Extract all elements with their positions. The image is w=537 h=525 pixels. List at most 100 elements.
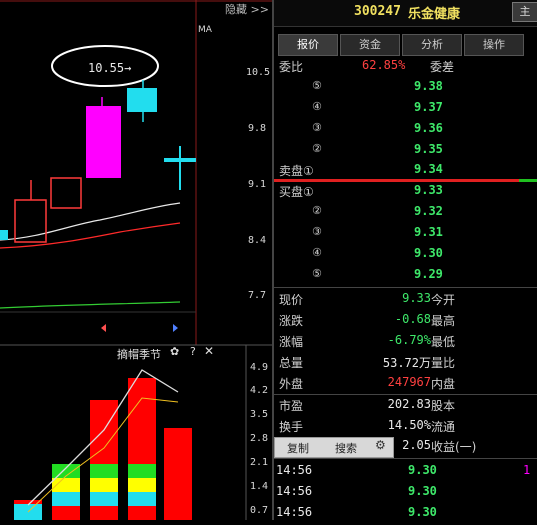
stat-right-label: 最低 [431,335,456,349]
stat-row: 涨幅 -6.79% 最低 [274,331,537,352]
trade-price: 9.30 [408,505,437,519]
bid-price: 9.33 [414,183,443,197]
bid-row[interactable]: ③ 9.31 [274,223,537,244]
stat-label: 现价 [279,293,304,307]
ask-row[interactable]: ⑤ 9.38 [274,77,537,98]
candle [86,106,121,178]
kline-chart: 10.55→ [0,0,272,520]
bid-row[interactable]: ② 9.32 [274,202,537,223]
bid-row[interactable]: ⑤ 9.29 [274,265,537,286]
ma-line-red [0,222,181,249]
y-tick: 4.9 [250,362,269,373]
stat-value: 202.83 [387,397,431,411]
stat-right-label: 流通 [431,420,456,434]
quote-panel: 300247 乐金健康 主 报价 资金 分析 操作 委比 62.85% 委差 ⑤… [274,0,537,520]
ask-price: 9.35 [414,142,443,156]
ask-row[interactable]: ④ 9.37 [274,98,537,119]
bid-row[interactable]: 买盘① 9.33 [274,181,537,202]
y-tick: 2.1 [250,457,269,468]
eps-value: 2.05 [402,438,431,452]
help-icon[interactable]: ? [190,345,196,358]
bid-price: 9.29 [414,267,443,281]
ma-line-green [0,301,181,309]
ask-price: 9.36 [414,121,443,135]
stat-row: 现价 9.33 今开 [274,289,537,310]
y-tick: 9.8 [248,123,267,134]
stat-value: 9.33 [402,291,431,305]
candle [50,177,82,209]
order-ratio-value: 62.85% [362,58,406,72]
stat-value: 14.50% [387,418,431,432]
level-index: ③ [312,225,322,238]
stat-label: 市盈 [279,399,304,413]
context-menu: 复制 搜索 ⚙ [274,437,394,458]
stat-right-label: 今开 [431,293,456,307]
gear-icon[interactable]: ✿ [170,345,179,358]
eps-label: 收益(一) [431,440,477,454]
stat-value: 53.72万 [382,356,431,370]
trade-volume-partial: 1 [523,463,531,477]
stat-row: 换手 14.50% 流通 [274,416,537,437]
y-tick: 8.4 [248,235,267,246]
copy-button[interactable]: 复制 [287,440,309,456]
ask-price: 9.34 [414,162,443,176]
indicator-title: 摘帽季节 [117,348,161,361]
level-index: ④ [312,246,322,259]
settings-icon[interactable]: ⚙ [375,438,386,452]
level-index: ③ [312,121,322,134]
y-tick: 0.7 [250,505,269,516]
stock-code: 300247 [354,4,401,19]
divider [274,287,537,288]
ask-price: 9.38 [414,79,443,93]
level-index: ④ [312,100,322,113]
stat-value: -6.79% [387,333,431,347]
level-index: 卖盘① [279,164,314,178]
volume-bar [164,428,192,520]
bid-price: 9.30 [414,246,443,260]
stat-label: 涨跌 [279,314,304,328]
quote-header: 300247 乐金健康 主 [274,0,537,27]
hide-toggle[interactable]: 隐藏 >> [225,1,269,17]
y-tick: 10.5 [246,67,271,78]
indicator-band [90,464,118,478]
stat-right-label: 最高 [431,314,456,328]
stat-label: 换手 [279,420,304,434]
stat-row: 市盈 202.83 股本 [274,395,537,416]
header-button[interactable]: 主 [512,2,537,22]
y-tick: 2.8 [250,433,269,444]
y-tick: 3.5 [250,409,269,420]
indicator-band [90,492,118,506]
tab-quote[interactable]: 报价 [278,34,338,56]
trade-row: 14:56 9.30 [274,503,537,525]
level-index: ② [312,142,322,155]
chart-panel: 10.55→ MA 隐藏 >> 10.5 9.8 9.1 8.4 7.7 摘帽季… [0,0,272,520]
tab-capital[interactable]: 资金 [340,34,400,56]
ask-row[interactable]: ② 9.35 [274,140,537,161]
trade-row: 14:56 9.30 1 [274,461,537,483]
candle [0,230,8,240]
trade-time: 14:56 [276,463,313,477]
ma-line-white [0,202,181,241]
stock-name: 乐金健康 [408,7,461,22]
level-index: ⑤ [312,267,322,280]
order-ratio-label: 委比 [279,60,304,74]
stat-value: -0.68 [394,312,431,326]
close-icon[interactable]: ✕ [204,344,214,358]
stat-row: 外盘 247967 内盘 [274,373,537,394]
divider [274,458,537,459]
tab-analysis[interactable]: 分析 [402,34,462,56]
candle [127,88,157,112]
bid-row[interactable]: ④ 9.30 [274,244,537,265]
indicator-band [128,464,156,478]
trade-time: 14:56 [276,505,313,519]
search-button[interactable]: 搜索 [335,440,357,456]
indicator-band [90,478,118,492]
stat-label: 涨幅 [279,335,304,349]
stat-right-label: 股本 [431,399,456,413]
marker-icon [173,324,178,332]
marker-icon [101,324,106,332]
tab-operation[interactable]: 操作 [464,34,524,56]
ask-row[interactable]: 卖盘① 9.34 [274,160,537,181]
y-tick: 9.1 [248,179,267,190]
ask-row[interactable]: ③ 9.36 [274,119,537,140]
